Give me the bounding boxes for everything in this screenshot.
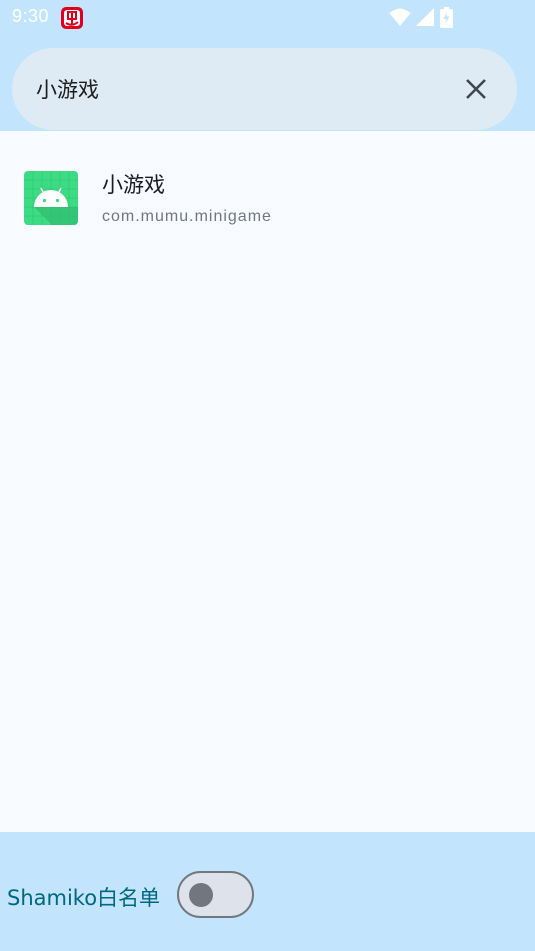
cell-signal-icon bbox=[416, 8, 434, 26]
clear-search-button[interactable] bbox=[452, 65, 500, 113]
wifi-icon bbox=[389, 8, 411, 26]
status-bar: 9:30 bbox=[0, 0, 535, 36]
app-list: 小游戏 com.mumu.minigame bbox=[0, 131, 535, 832]
app-name: 小游戏 bbox=[102, 173, 165, 197]
bottom-bar: Shamiko白名单 bbox=[0, 832, 535, 951]
search-bar bbox=[12, 48, 517, 130]
app-package-name: com.mumu.minigame bbox=[102, 208, 272, 225]
whitelist-toggle[interactable] bbox=[177, 871, 254, 918]
list-item[interactable]: 小游戏 com.mumu.minigame bbox=[0, 131, 535, 265]
search-input[interactable] bbox=[36, 68, 436, 110]
status-time: 9:30 bbox=[12, 6, 50, 26]
search-header bbox=[0, 36, 535, 131]
battery-charging-icon bbox=[440, 7, 453, 28]
android-icon bbox=[24, 171, 78, 225]
close-icon bbox=[466, 79, 486, 99]
shamiko-app-icon bbox=[60, 6, 84, 30]
whitelist-label: Shamiko白名单 bbox=[7, 886, 161, 910]
toggle-thumb bbox=[189, 883, 213, 907]
